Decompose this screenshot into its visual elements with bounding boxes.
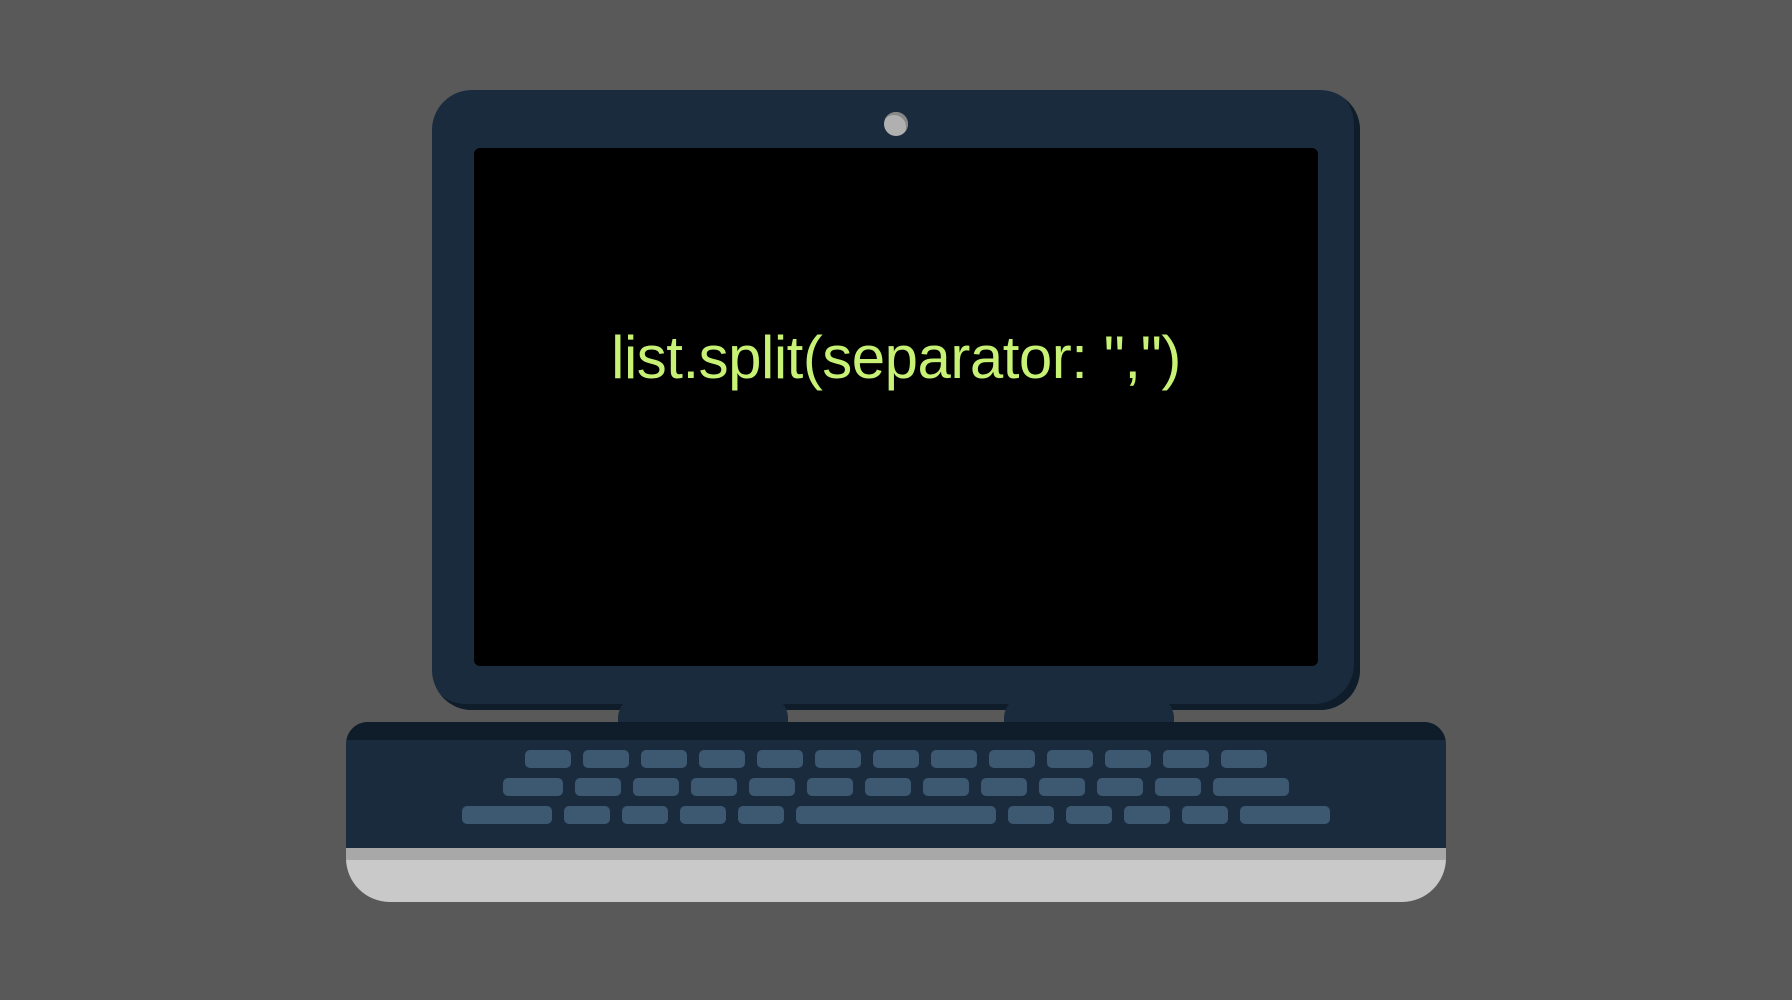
key	[807, 778, 853, 796]
key	[749, 778, 795, 796]
key-row-1	[525, 750, 1267, 768]
key	[815, 750, 861, 768]
key-row-2	[503, 778, 1289, 796]
key	[622, 806, 668, 824]
key	[1047, 750, 1093, 768]
laptop-screen: list.split(separator: ",")	[474, 148, 1318, 666]
key	[1066, 806, 1112, 824]
key	[1155, 778, 1201, 796]
key	[575, 778, 621, 796]
key	[503, 778, 563, 796]
keyboard	[346, 750, 1446, 824]
key	[1097, 778, 1143, 796]
key	[699, 750, 745, 768]
laptop-illustration: list.split(separator: ",")	[346, 90, 1446, 910]
key	[633, 778, 679, 796]
key	[691, 778, 737, 796]
key	[462, 806, 552, 824]
keyboard-deck	[346, 722, 1446, 852]
key	[564, 806, 610, 824]
key	[989, 750, 1035, 768]
deck-shadow	[346, 722, 1446, 740]
key	[1221, 750, 1267, 768]
key	[1182, 806, 1228, 824]
key	[1213, 778, 1289, 796]
key	[738, 806, 784, 824]
key	[1240, 806, 1330, 824]
code-snippet: list.split(separator: ",")	[611, 323, 1181, 392]
key	[757, 750, 803, 768]
camera-icon	[884, 112, 908, 136]
key	[1105, 750, 1151, 768]
key	[1124, 806, 1170, 824]
key	[1008, 806, 1054, 824]
key	[931, 750, 977, 768]
key	[865, 778, 911, 796]
key	[981, 778, 1027, 796]
key-spacebar	[796, 806, 996, 824]
key	[1163, 750, 1209, 768]
key	[641, 750, 687, 768]
key	[525, 750, 571, 768]
key	[680, 806, 726, 824]
key	[583, 750, 629, 768]
base-shadow	[346, 848, 1446, 860]
key	[1039, 778, 1085, 796]
key	[923, 778, 969, 796]
key	[873, 750, 919, 768]
key-row-3	[462, 806, 1330, 824]
